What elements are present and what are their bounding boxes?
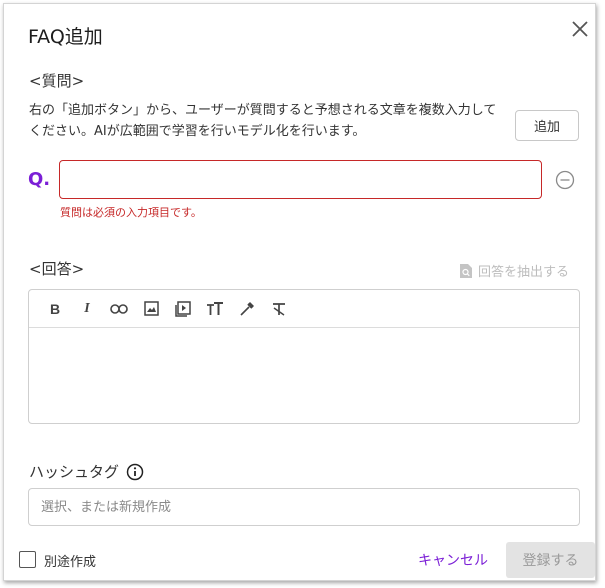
color-picker-icon[interactable] xyxy=(231,297,263,321)
submit-button[interactable]: 登録する xyxy=(506,542,595,578)
separate-create-label: 別途作成 xyxy=(44,555,97,570)
extract-answer-button[interactable]: 回答を抽出する xyxy=(459,261,569,280)
question-prefix: Q. xyxy=(28,169,51,190)
hashtag-label-group: ハッシュタグ xyxy=(29,461,144,482)
answer-heading: <回答> xyxy=(29,260,85,278)
close-icon[interactable] xyxy=(569,18,591,40)
separate-create-checkbox[interactable] xyxy=(19,551,36,568)
text-size-icon[interactable] xyxy=(199,297,231,321)
image-icon[interactable] xyxy=(135,297,167,321)
answer-content[interactable] xyxy=(29,328,579,424)
add-question-button[interactable]: 追加 xyxy=(515,110,579,141)
remove-question-icon[interactable] xyxy=(555,170,575,190)
info-icon[interactable] xyxy=(126,463,144,481)
extract-answer-label: 回答を抽出する xyxy=(478,265,570,280)
link-icon[interactable] xyxy=(103,297,135,321)
dialog-title: FAQ追加 xyxy=(28,26,103,48)
clear-format-icon[interactable] xyxy=(263,297,295,321)
answer-editor[interactable]: B I xyxy=(28,289,580,424)
faq-add-dialog: FAQ追加 <質問> 右の「追加ボタン」から、ユーザーが質問すると予想される文章… xyxy=(3,3,596,581)
editor-toolbar: B I xyxy=(29,290,579,328)
question-input[interactable] xyxy=(59,160,542,199)
question-error-message: 質問は必須の入力項目です。 xyxy=(60,206,202,219)
question-description: 右の「追加ボタン」から、ユーザーが質問すると予想される文章を複数入力してください… xyxy=(29,103,497,139)
search-document-icon xyxy=(460,263,472,278)
italic-icon[interactable]: I xyxy=(71,297,103,321)
hashtag-input[interactable] xyxy=(28,488,580,526)
cancel-button[interactable]: キャンセル xyxy=(418,550,488,570)
hashtag-label: ハッシュタグ xyxy=(29,463,120,481)
video-icon[interactable] xyxy=(167,297,199,321)
bold-icon[interactable]: B xyxy=(39,297,71,321)
question-heading: <質問> xyxy=(29,72,85,90)
